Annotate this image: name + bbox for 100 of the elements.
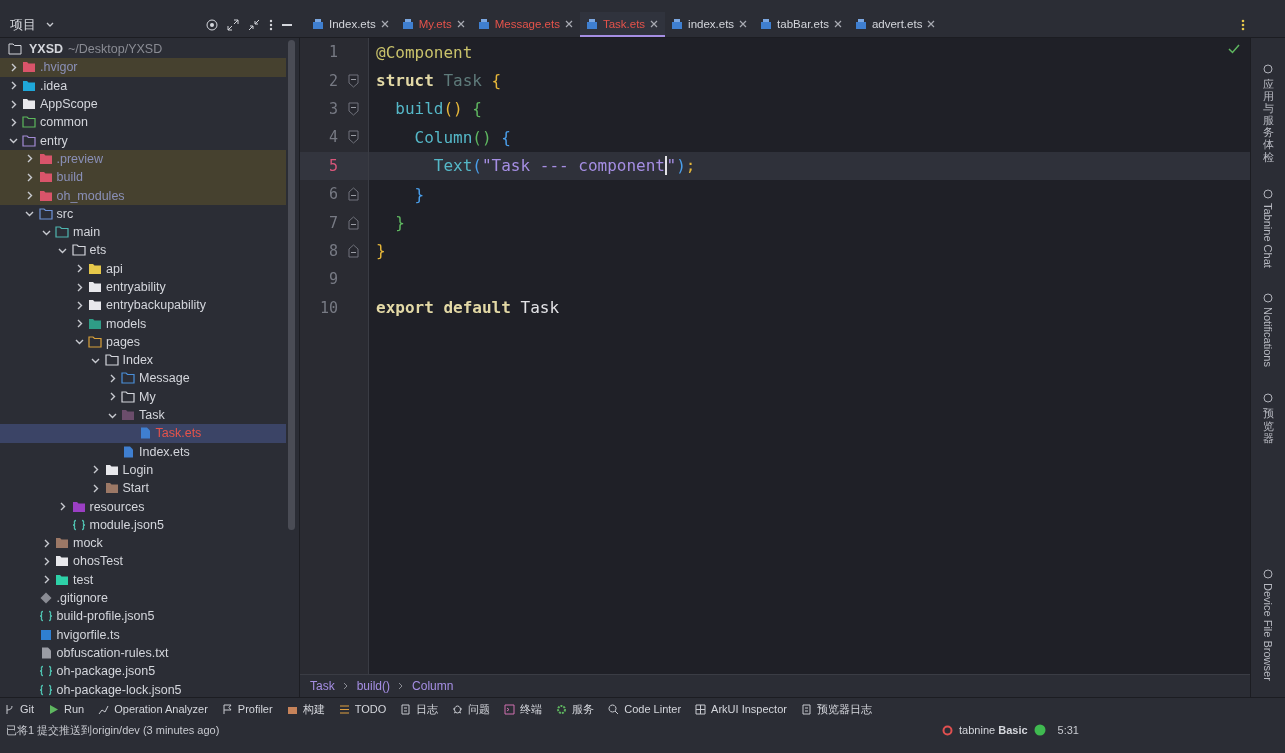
tool-window-button[interactable]: Code Linter	[606, 701, 690, 717]
status-message[interactable]: 已将1 提交推送到origin/dev (3 minutes ago)	[6, 722, 220, 738]
tool-window-button[interactable]: 服务	[554, 699, 603, 719]
breadcrumb[interactable]: Task	[310, 679, 335, 693]
more-icon[interactable]	[269, 18, 273, 31]
tree-item[interactable]: mock	[0, 534, 286, 553]
tree-item[interactable]: src	[0, 204, 286, 223]
editor-tab[interactable]: tabBar.ets	[754, 12, 849, 37]
close-icon[interactable]	[456, 19, 465, 28]
tree-item[interactable]: Task	[0, 405, 286, 425]
tree-item[interactable]: oh-package.json5	[0, 662, 286, 681]
tree-item[interactable]: module.json5	[0, 515, 286, 534]
chevron-icon[interactable]	[25, 209, 34, 219]
tool-window-button[interactable]: Profiler	[219, 701, 281, 717]
tree-item[interactable]: common	[0, 113, 286, 132]
fold-marker-icon[interactable]	[347, 101, 359, 116]
scrollbar[interactable]	[288, 40, 295, 530]
tree-item[interactable]: entryability	[0, 277, 286, 297]
fold-marker-icon[interactable]	[347, 73, 359, 88]
close-icon[interactable]	[380, 19, 389, 28]
close-icon[interactable]	[564, 19, 573, 28]
tree-item[interactable]: Index.ets	[0, 442, 286, 461]
tree-item[interactable]: oh-package-lock.json5	[0, 680, 286, 697]
tool-window-button[interactable]: 日志	[398, 699, 447, 719]
chevron-icon[interactable]	[58, 502, 67, 512]
tree-item[interactable]: models	[0, 314, 286, 333]
project-name[interactable]: YXSD	[29, 42, 64, 57]
tool-window-button[interactable]: ArkUI Inspector	[693, 701, 795, 717]
tree-item[interactable]: hvigorfile.ts	[0, 625, 286, 644]
chevron-icon[interactable]	[8, 136, 18, 146]
editor-tab[interactable]: Message.ets	[471, 12, 580, 37]
chevron-icon[interactable]	[91, 465, 100, 475]
chevron-icon[interactable]	[25, 191, 34, 200]
tree-item[interactable]: test	[0, 570, 286, 589]
tool-window-button[interactable]: 终端	[502, 699, 551, 719]
caret-position[interactable]: 5:31	[1057, 724, 1079, 736]
tool-window-button[interactable]: 构建	[284, 699, 333, 719]
fold-marker-icon[interactable]	[347, 243, 359, 258]
expand-icon[interactable]	[227, 18, 239, 31]
editor-tab[interactable]: My.ets	[395, 12, 472, 37]
chevron-icon[interactable]	[91, 483, 100, 493]
close-icon[interactable]	[833, 19, 842, 28]
tool-window-button[interactable]: Run	[46, 701, 93, 717]
tree-item[interactable]: build-profile.json5	[0, 607, 286, 626]
tree-item[interactable]: Start	[0, 479, 286, 498]
tree-item[interactable]: Index	[0, 351, 286, 370]
gear-icon	[556, 703, 568, 715]
side-panel-tab[interactable]: Device File Browser	[1262, 583, 1274, 681]
plugin-logo-icon	[942, 724, 954, 736]
breadcrumb[interactable]: build()	[356, 679, 391, 693]
editor-tab[interactable]: Index.ets	[306, 12, 396, 37]
tool-window-button[interactable]: Operation Analyzer	[96, 701, 216, 717]
panel-title[interactable]: 项目	[8, 15, 36, 34]
tree-item[interactable]: pages	[0, 332, 286, 352]
tree-item[interactable]: ohosTest	[0, 552, 286, 571]
editor-tab[interactable]: advert.ets	[848, 12, 943, 37]
tree-item[interactable]: entrybackupability	[0, 296, 286, 315]
close-icon[interactable]	[650, 19, 659, 28]
line-number: 10	[318, 298, 338, 317]
side-panel-tab[interactable]: Notifications	[1262, 307, 1274, 368]
tree-item[interactable]: AppScope	[0, 94, 286, 114]
chevron-icon[interactable]	[25, 154, 34, 164]
tree-item[interactable]: .gitignore	[0, 588, 286, 608]
close-icon[interactable]	[739, 19, 748, 28]
folder-icon	[22, 79, 36, 92]
diamond-icon	[38, 592, 53, 605]
side-panel-tab[interactable]: 预览器	[1262, 407, 1274, 444]
tree-item[interactable]: main	[0, 222, 286, 242]
more-icon[interactable]	[1241, 18, 1245, 31]
tree-item[interactable]: My	[0, 387, 286, 406]
folder-icon	[22, 98, 36, 111]
tree-item[interactable]: api	[0, 259, 286, 278]
close-icon[interactable]	[927, 19, 936, 28]
fold-marker-icon[interactable]	[347, 130, 359, 145]
tool-window-button[interactable]: TODO	[336, 701, 395, 717]
tool-window-button[interactable]: Git	[2, 701, 43, 717]
editor-tab[interactable]: Task.ets	[579, 12, 666, 37]
tree-item[interactable]: entry	[0, 131, 286, 150]
folder-icon	[55, 573, 69, 586]
fold-marker-icon[interactable]	[347, 215, 359, 230]
grid-icon	[695, 703, 707, 715]
tree-item[interactable]: ets	[0, 241, 286, 260]
tree-item[interactable]: .idea	[0, 76, 286, 95]
editor-tab[interactable]: index.ets	[665, 12, 755, 37]
tool-window-button[interactable]: 预览器日志	[798, 699, 880, 719]
chevron-icon[interactable]	[25, 172, 34, 182]
chevron-icon[interactable]	[74, 337, 84, 347]
tree-item[interactable]: resources	[0, 497, 286, 516]
folder-icon	[88, 335, 102, 348]
side-panel-tab[interactable]: 应用与服务体检	[1262, 78, 1274, 163]
breadcrumb[interactable]: Column	[412, 679, 454, 693]
side-panel-tab[interactable]: Tabnine Chat	[1262, 202, 1274, 268]
tree-item[interactable]: Message	[0, 369, 286, 388]
tree-item[interactable]: Login	[0, 460, 286, 480]
target-icon[interactable]	[206, 18, 218, 31]
tool-window-button[interactable]: 问题	[450, 699, 499, 719]
fold-marker-icon[interactable]	[347, 187, 359, 202]
plugin-status[interactable]: tabnine Basic	[959, 724, 1028, 736]
tree-item[interactable]: obfuscation-rules.txt	[0, 643, 286, 663]
collapse-icon[interactable]	[248, 18, 260, 31]
